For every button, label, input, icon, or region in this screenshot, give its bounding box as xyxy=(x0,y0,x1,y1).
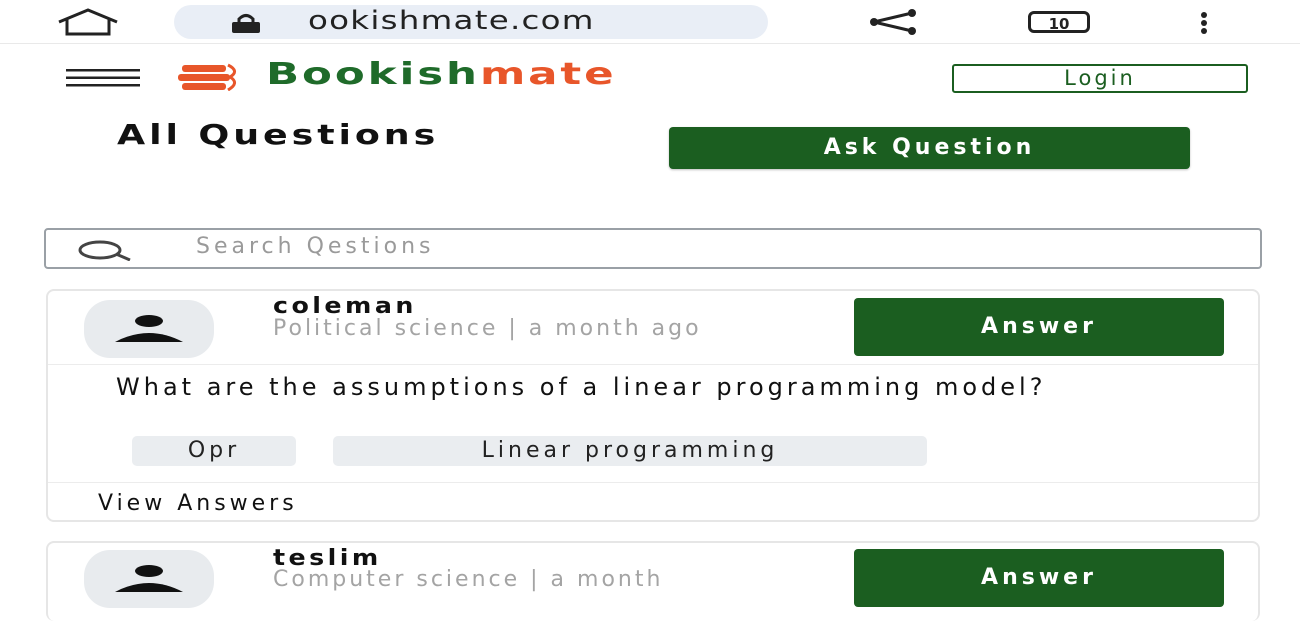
search-icon xyxy=(78,240,131,261)
tabs-icon[interactable]: 10 xyxy=(1028,11,1090,33)
avatar xyxy=(84,550,214,608)
logo-icon xyxy=(178,63,236,91)
hamburger-icon[interactable] xyxy=(66,68,140,88)
view-answers-link[interactable]: View Answers xyxy=(98,491,298,516)
login-button[interactable]: Login xyxy=(952,64,1248,93)
answer-button[interactable]: Answer xyxy=(854,549,1224,607)
brand-part1: Bookish xyxy=(266,57,480,92)
card-divider xyxy=(48,482,1258,483)
tab-count: 10 xyxy=(1048,15,1070,33)
avatar xyxy=(84,300,214,358)
brand-part2: mate xyxy=(479,57,617,92)
question-card: coleman Political science | a month ago … xyxy=(46,289,1260,522)
question-meta: Political science | a month ago xyxy=(273,316,702,341)
question-text[interactable]: What are the assumptions of a linear pro… xyxy=(116,375,1196,399)
browser-bar: ookishmate.com 10 xyxy=(0,0,1300,44)
question-card: teslim Computer science | a month Answer xyxy=(46,541,1260,621)
tag-linear-programming[interactable]: Linear programming xyxy=(333,436,927,466)
page-title: All Questions xyxy=(117,118,440,151)
answer-button[interactable]: Answer xyxy=(854,298,1224,356)
url-bar[interactable]: ookishmate.com xyxy=(174,5,768,39)
question-meta: Computer science | a month xyxy=(273,567,664,592)
brand-name[interactable]: Bookishmate xyxy=(266,57,617,92)
home-icon[interactable] xyxy=(55,8,121,36)
search-input[interactable]: Search Qestions xyxy=(44,228,1262,269)
card-divider xyxy=(48,364,1258,365)
ask-question-button[interactable]: Ask Question xyxy=(669,127,1190,169)
lock-icon xyxy=(232,14,260,33)
url-text: ookishmate.com xyxy=(308,6,595,36)
user-icon xyxy=(115,565,183,592)
tag-opr[interactable]: Opr xyxy=(132,436,296,466)
user-icon xyxy=(115,315,183,342)
search-placeholder: Search Qestions xyxy=(196,234,435,259)
share-icon[interactable] xyxy=(866,8,922,36)
menu-dots-icon[interactable] xyxy=(1198,11,1210,35)
